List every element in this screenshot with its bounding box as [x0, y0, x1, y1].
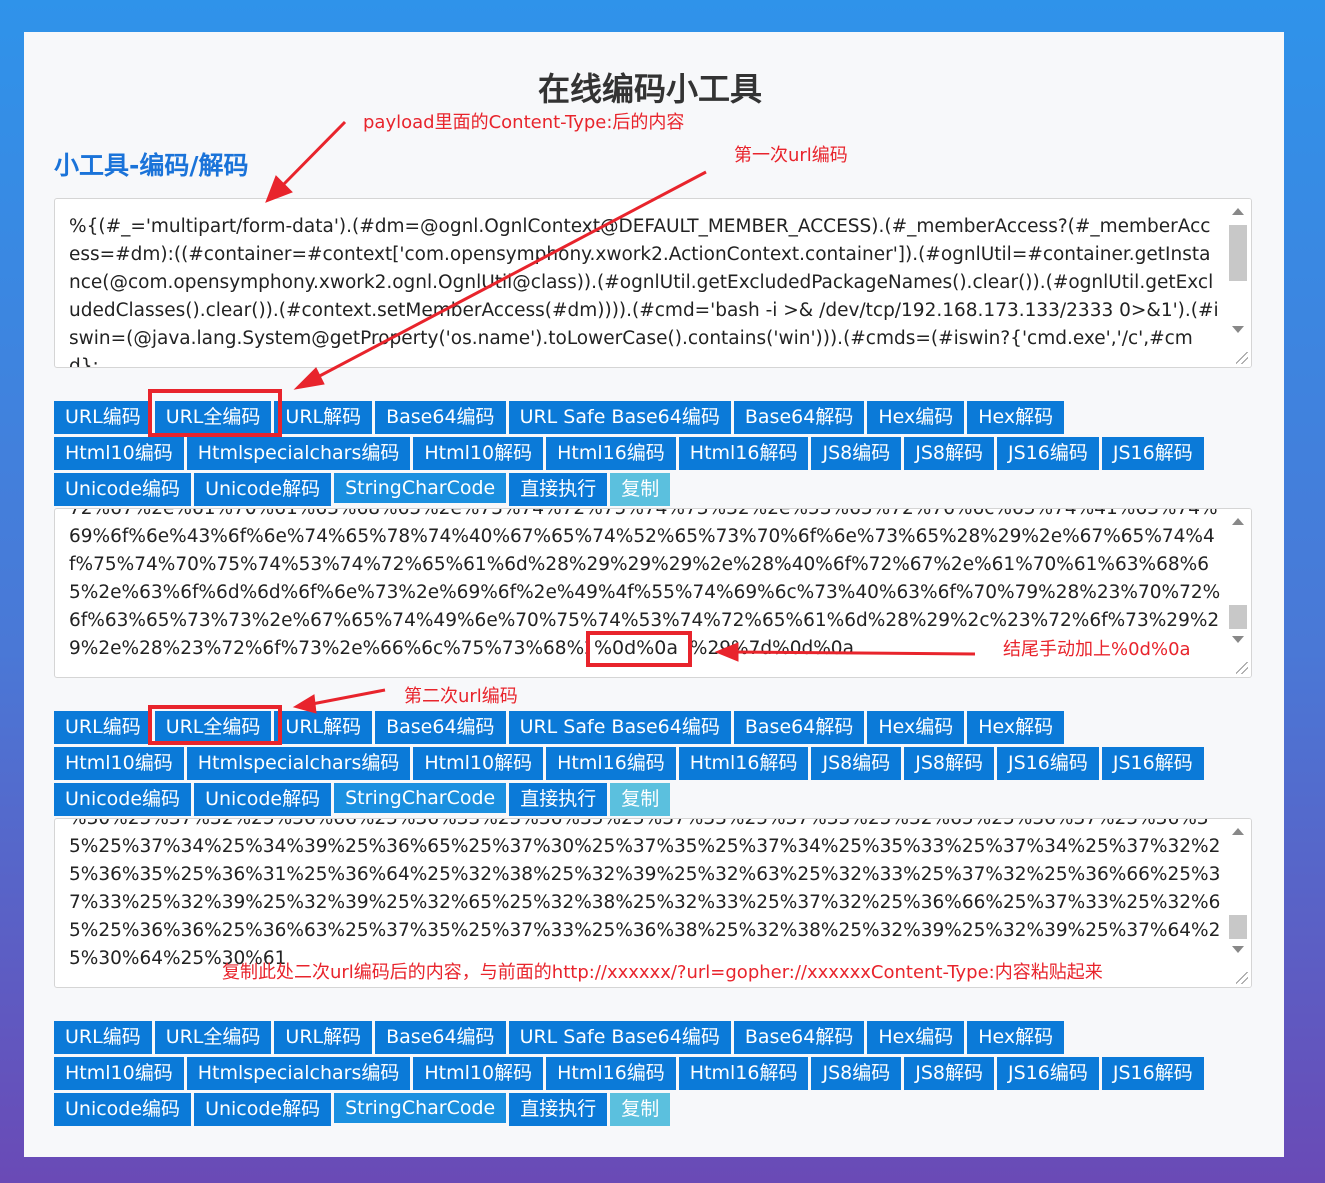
arrow-to-full-encode-1-icon — [293, 170, 707, 390]
arrow-to-textarea-icon — [265, 120, 347, 203]
annotation-arrows — [265, 120, 976, 714]
arrow-to-full-encode-2-icon — [292, 688, 386, 714]
arrow-to-suffix-icon — [714, 642, 976, 662]
